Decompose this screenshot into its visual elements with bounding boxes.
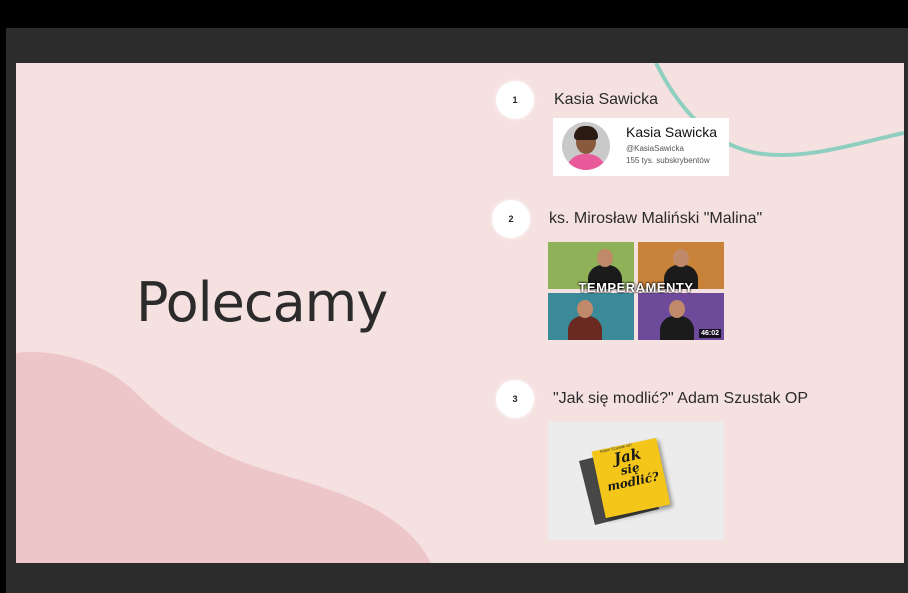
channel-handle: @KasiaSawicka <box>626 144 684 153</box>
pink-blob <box>16 352 431 563</box>
presentation-slide: Polecamy 1 Kasia Sawicka Kasia Sawicka @… <box>16 63 904 563</box>
item-number-badge: 2 <box>492 200 530 238</box>
video-thumbnail[interactable]: TEMPERAMENTY 46:02 <box>548 242 724 340</box>
book-thumbnail[interactable]: Adam Szustak OP Jak się modlić? <box>548 422 724 540</box>
video-duration: 46:02 <box>699 329 721 338</box>
channel-card[interactable]: Kasia Sawicka @KasiaSawicka 155 tys. sub… <box>553 118 729 176</box>
item-number-badge: 1 <box>496 81 534 119</box>
top-black-bar <box>0 0 908 28</box>
channel-name: Kasia Sawicka <box>626 124 718 140</box>
item-label: "Jak się modlić?" Adam Szustak OP <box>553 390 809 407</box>
subscriber-count: 155 tys. subskrybentów <box>626 156 710 165</box>
book-title: Jak się modlić? <box>601 445 660 494</box>
thumbnail-quadrant <box>548 293 634 340</box>
item-number-badge: 3 <box>496 380 534 418</box>
item-label: Kasia Sawicka <box>554 91 659 108</box>
item-label: ks. Mirosław Maliński "Malina" <box>549 210 763 227</box>
slide-title: Polecamy <box>136 271 388 334</box>
book-cover: Adam Szustak OP Jak się modlić? <box>591 437 671 519</box>
avatar <box>562 122 610 170</box>
thumbnail-overlay-text: TEMPERAMENTY <box>578 280 694 295</box>
